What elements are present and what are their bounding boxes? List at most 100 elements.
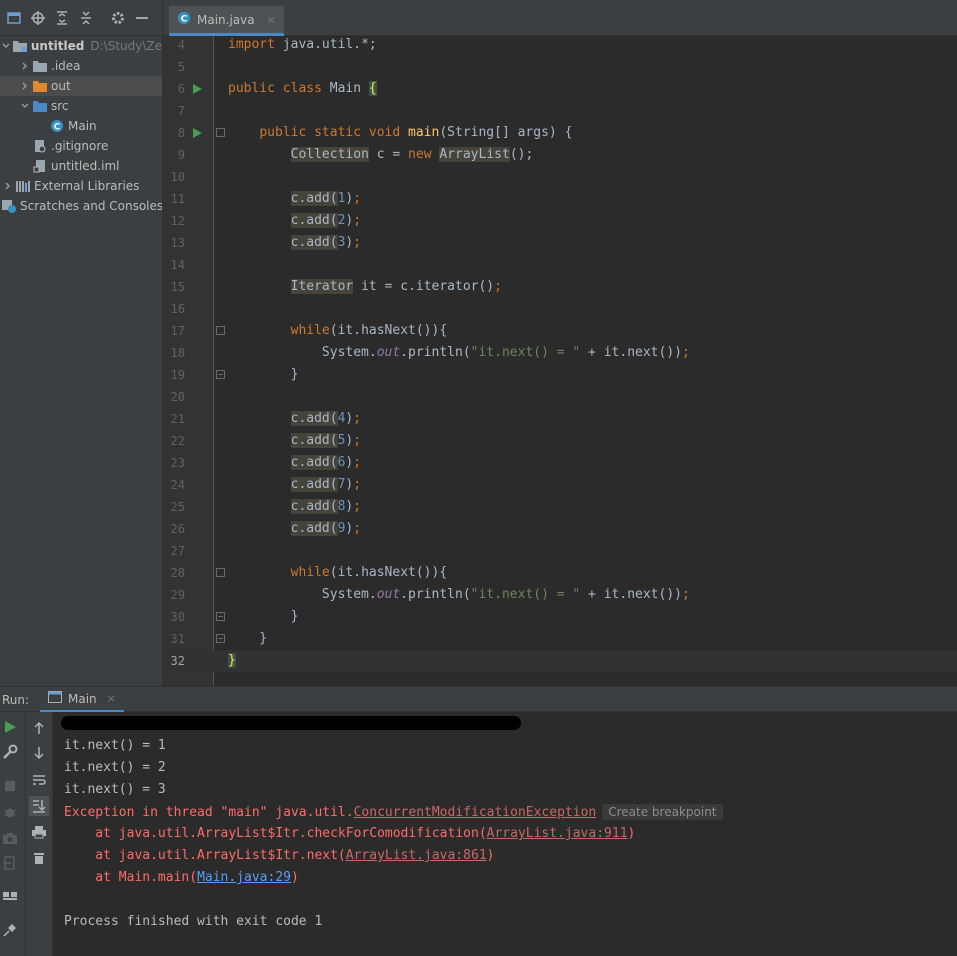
fold-marker-icon[interactable]: [216, 634, 225, 643]
code-line[interactable]: 16: [163, 298, 957, 320]
tree-item-label: src: [51, 99, 69, 113]
code-line[interactable]: 15 Iterator it = c.iterator();: [163, 276, 957, 298]
soft-wrap-icon[interactable]: [31, 772, 47, 788]
tree-item-main[interactable]: C Main: [0, 116, 162, 136]
code-line[interactable]: 6 public class Main {: [163, 78, 957, 100]
line-number: 7: [177, 104, 185, 118]
console-text: it.next() = 1: [64, 738, 166, 753]
code-line[interactable]: 32}: [163, 650, 957, 672]
run-tab-main[interactable]: Main ×: [40, 687, 124, 713]
code-line[interactable]: 28 while(it.hasNext()){: [163, 562, 957, 584]
tab-close-icon[interactable]: ×: [267, 13, 276, 26]
code-line[interactable]: 29 System.out.println("it.next() = " + i…: [163, 584, 957, 606]
console-line: at Main.main(Main.java:29): [64, 867, 299, 889]
fold-marker-icon[interactable]: [216, 370, 225, 379]
code-editor[interactable]: 4 import java.util.*; 5 6 public class Main …: [163, 36, 957, 686]
line-number: 12: [170, 214, 185, 228]
code-line[interactable]: 13 c.add(3);: [163, 232, 957, 254]
code-line[interactable]: 14: [163, 254, 957, 276]
arrow-down-icon[interactable]: [31, 745, 47, 761]
fold-marker-icon[interactable]: [216, 612, 225, 621]
arrow-up-icon[interactable]: [31, 720, 47, 736]
chevron-right-icon[interactable]: [18, 61, 32, 71]
line-number: 28: [170, 566, 185, 580]
scroll-to-end-icon[interactable]: [29, 796, 49, 816]
tree-item-untitled-iml[interactable]: untitled.iml: [0, 156, 162, 176]
console-text: ): [290, 870, 299, 885]
trash-icon[interactable]: [31, 850, 47, 866]
code-line[interactable]: 17 while(it.hasNext()){: [163, 320, 957, 342]
tree-item-scratches-and-consoles[interactable]: Scratches and Consoles: [0, 196, 162, 216]
fold-marker-icon[interactable]: [216, 568, 225, 577]
code-line[interactable]: 22 c.add(5);: [163, 430, 957, 452]
code-line[interactable]: 31 }: [163, 628, 957, 650]
expand-all-icon[interactable]: [54, 10, 70, 26]
code-line[interactable]: 12 c.add(2);: [163, 210, 957, 232]
run-tab-close-icon[interactable]: ×: [107, 692, 116, 705]
exception-class-link[interactable]: ConcurrentModificationException: [354, 805, 597, 820]
code-line[interactable]: 9 Collection c = new ArrayList();: [163, 144, 957, 166]
stacktrace-source-link[interactable]: ArrayList.java:861: [346, 848, 487, 863]
console-text: at java.util.ArrayList$Itr.next(: [64, 848, 346, 863]
code-line[interactable]: 26 c.add(9);: [163, 518, 957, 540]
code-line[interactable]: 4 import java.util.*;: [163, 34, 957, 56]
tree-item-idea[interactable]: .idea: [0, 56, 162, 76]
fold-marker-icon[interactable]: [216, 128, 225, 137]
line-number: 21: [170, 412, 185, 426]
line-number: 19: [170, 368, 185, 382]
console-line: it.next() = 2: [64, 757, 166, 779]
line-number: 20: [170, 390, 185, 404]
run-gutter-icon[interactable]: [193, 128, 202, 138]
collapse-all-icon[interactable]: [78, 10, 94, 26]
code-text: c.add(2);: [290, 213, 362, 228]
edit-configuration-icon[interactable]: [2, 744, 18, 760]
code-line[interactable]: 23 c.add(6);: [163, 452, 957, 474]
chevron-right-icon[interactable]: [1, 181, 15, 191]
code-line[interactable]: 30 }: [163, 606, 957, 628]
tree-item-untitled[interactable]: untitled D:\Study\Ze: [0, 36, 162, 56]
code-line[interactable]: 20: [163, 386, 957, 408]
hide-icon[interactable]: [134, 10, 150, 26]
settings-icon[interactable]: [110, 10, 126, 26]
code-line[interactable]: 25 c.add(8);: [163, 496, 957, 518]
code-line[interactable]: 10: [163, 166, 957, 188]
code-line[interactable]: 27: [163, 540, 957, 562]
layout-icon[interactable]: [2, 888, 18, 904]
line-number: 25: [170, 500, 185, 514]
code-line[interactable]: 7: [163, 100, 957, 122]
code-line[interactable]: 18 System.out.println("it.next() = " + i…: [163, 342, 957, 364]
code-line[interactable]: 8 public static void main(String[] args)…: [163, 122, 957, 144]
project-view-icon[interactable]: [6, 10, 22, 26]
chevron-down-icon[interactable]: [18, 101, 32, 111]
fold-marker-icon[interactable]: [216, 326, 225, 335]
code-line[interactable]: 21 c.add(4);: [163, 408, 957, 430]
chevron-down-icon[interactable]: [1, 41, 12, 51]
stacktrace-source-link[interactable]: ArrayList.java:911: [487, 826, 628, 841]
tree-item-src[interactable]: src: [0, 96, 162, 116]
exit-icon: [2, 855, 18, 871]
debug-icon: [2, 804, 18, 820]
create-breakpoint-hint[interactable]: Create breakpoint: [602, 804, 723, 820]
tree-item-label: .gitignore: [51, 139, 109, 153]
project-panel: untitled D:\Study\Ze .idea out src C Main .giti…: [0, 0, 163, 686]
code-text: c.add(4);: [290, 411, 362, 426]
code-line[interactable]: 11 c.add(1);: [163, 188, 957, 210]
run-console[interactable]: it.next() = 1 it.next() = 2 it.next() = 3 E…: [53, 712, 957, 956]
console-line: Exception in thread "main" java.util.Con…: [64, 801, 723, 823]
locate-icon[interactable]: [30, 10, 46, 26]
stacktrace-project-link[interactable]: Main.java:29: [197, 870, 291, 885]
tree-item-out[interactable]: out: [0, 76, 162, 96]
code-line[interactable]: 5: [163, 56, 957, 78]
print-icon[interactable]: [31, 824, 47, 840]
rerun-icon[interactable]: [2, 719, 18, 735]
tree-item-external-libraries[interactable]: External Libraries: [0, 176, 162, 196]
tab-main-java[interactable]: C Main.java ×: [169, 6, 284, 36]
console-icon: [48, 691, 62, 706]
line-number: 17: [170, 324, 185, 338]
run-gutter-icon[interactable]: [193, 84, 202, 94]
code-line[interactable]: 19 }: [163, 364, 957, 386]
code-line[interactable]: 24 c.add(7);: [163, 474, 957, 496]
chevron-right-icon[interactable]: [18, 81, 32, 91]
pin-icon[interactable]: [2, 922, 18, 938]
tree-item-gitignore[interactable]: .gitignore: [0, 136, 162, 156]
